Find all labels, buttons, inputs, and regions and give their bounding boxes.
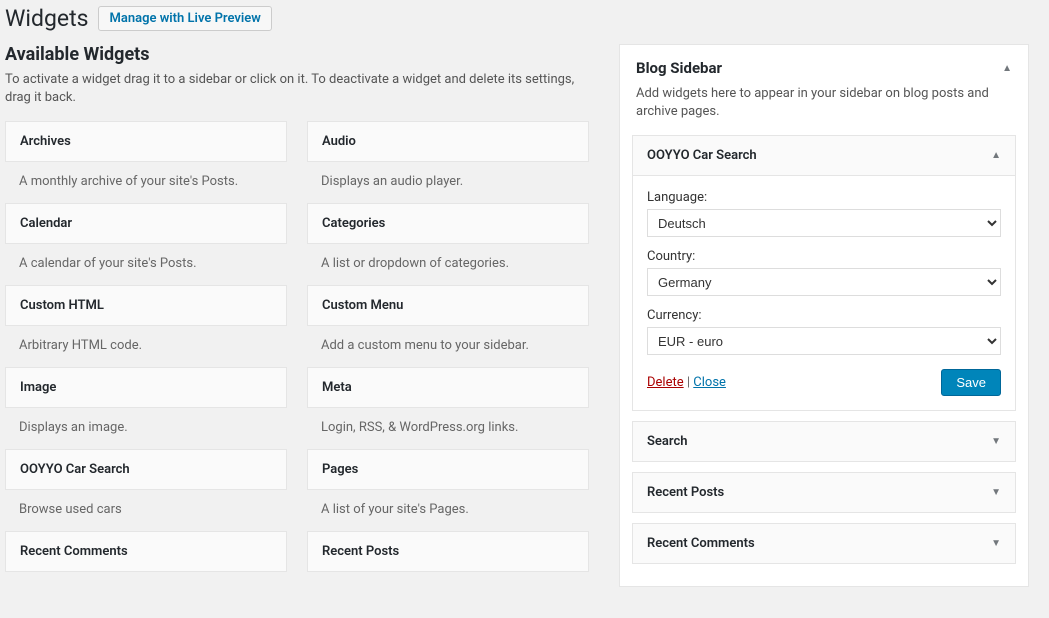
chevron-up-icon: ▲ bbox=[1002, 63, 1012, 74]
available-widget-title: Categories bbox=[307, 203, 589, 244]
chevron-up-icon: ▲ bbox=[991, 150, 1001, 161]
available-widget[interactable]: OOYYO Car SearchBrowse used cars bbox=[5, 449, 287, 531]
available-widgets-description: To activate a widget drag it to a sideba… bbox=[5, 71, 589, 107]
widget-collapsed: Recent Comments ▼ bbox=[632, 523, 1016, 564]
close-link[interactable]: Close bbox=[693, 375, 726, 390]
delete-link[interactable]: Delete bbox=[647, 375, 684, 390]
blog-sidebar-title: Blog Sidebar bbox=[636, 59, 722, 77]
page-title: Widgets bbox=[5, 5, 88, 32]
available-widget-description: Login, RSS, & WordPress.org links. bbox=[307, 408, 589, 449]
available-widget[interactable]: PagesA list of your site's Pages. bbox=[307, 449, 589, 531]
country-label: Country: bbox=[647, 249, 1001, 264]
available-widget[interactable]: ArchivesA monthly archive of your site's… bbox=[5, 121, 287, 203]
page-header: Widgets Manage with Live Preview bbox=[5, 5, 1029, 32]
available-widget[interactable]: MetaLogin, RSS, & WordPress.org links. bbox=[307, 367, 589, 449]
country-select[interactable]: Germany bbox=[647, 268, 1001, 296]
chevron-down-icon: ▼ bbox=[991, 487, 1001, 498]
available-widget-title: Calendar bbox=[5, 203, 287, 244]
available-widget-description: A list of your site's Pages. bbox=[307, 490, 589, 531]
blog-sidebar-description: Add widgets here to appear in your sideb… bbox=[620, 79, 1028, 135]
chevron-down-icon: ▼ bbox=[991, 436, 1001, 447]
widget-ooyyo-car-search: OOYYO Car Search ▲ Language: Deutsch Cou… bbox=[632, 135, 1016, 411]
available-widget-title: Custom HTML bbox=[5, 285, 287, 326]
available-widget-title: Archives bbox=[5, 121, 287, 162]
available-widget-description: Browse used cars bbox=[5, 490, 287, 531]
manage-live-preview-button[interactable]: Manage with Live Preview bbox=[98, 6, 271, 31]
widget-collapsed-title: Recent Posts bbox=[647, 485, 724, 500]
currency-select[interactable]: EUR - euro bbox=[647, 327, 1001, 355]
available-widget-description: A list or dropdown of categories. bbox=[307, 244, 589, 285]
available-widget-description: Displays an image. bbox=[5, 408, 287, 449]
widget-collapsed-header[interactable]: Recent Comments ▼ bbox=[633, 524, 1015, 563]
available-widget-title: Image bbox=[5, 367, 287, 408]
available-widget[interactable]: ImageDisplays an image. bbox=[5, 367, 287, 449]
widget-collapsed-header[interactable]: Search ▼ bbox=[633, 422, 1015, 461]
available-widget[interactable]: CategoriesA list or dropdown of categori… bbox=[307, 203, 589, 285]
widget-collapsed: Recent Posts ▼ bbox=[632, 472, 1016, 513]
available-widget-description: A monthly archive of your site's Posts. bbox=[5, 162, 287, 203]
currency-label: Currency: bbox=[647, 308, 1001, 323]
widget-ooyyo-title: OOYYO Car Search bbox=[647, 148, 757, 163]
available-widget-title: Audio bbox=[307, 121, 589, 162]
language-select[interactable]: Deutsch bbox=[647, 209, 1001, 237]
available-widget-title: Custom Menu bbox=[307, 285, 589, 326]
available-widgets-heading: Available Widgets bbox=[5, 44, 589, 65]
available-widget-title: OOYYO Car Search bbox=[5, 449, 287, 490]
widget-collapsed-header[interactable]: Recent Posts ▼ bbox=[633, 473, 1015, 512]
widget-collapsed-title: Search bbox=[647, 434, 688, 449]
available-widget[interactable]: AudioDisplays an audio player. bbox=[307, 121, 589, 203]
available-widget-description bbox=[5, 572, 287, 598]
available-widget-description bbox=[307, 572, 589, 598]
available-widgets-grid: ArchivesA monthly archive of your site's… bbox=[5, 121, 589, 598]
available-widget-description: Displays an audio player. bbox=[307, 162, 589, 203]
available-widget-description: A calendar of your site's Posts. bbox=[5, 244, 287, 285]
blog-sidebar-header[interactable]: Blog Sidebar ▲ bbox=[620, 45, 1028, 79]
available-widget[interactable]: CalendarA calendar of your site's Posts. bbox=[5, 203, 287, 285]
available-widget[interactable]: Custom HTMLArbitrary HTML code. bbox=[5, 285, 287, 367]
widget-collapsed-title: Recent Comments bbox=[647, 536, 755, 551]
language-label: Language: bbox=[647, 190, 1001, 205]
available-widget-title: Meta bbox=[307, 367, 589, 408]
available-widget[interactable]: Custom MenuAdd a custom menu to your sid… bbox=[307, 285, 589, 367]
available-widget-description: Arbitrary HTML code. bbox=[5, 326, 287, 367]
widget-ooyyo-header[interactable]: OOYYO Car Search ▲ bbox=[633, 136, 1015, 176]
available-widget-title: Pages bbox=[307, 449, 589, 490]
available-widget-title: Recent Posts bbox=[307, 531, 589, 572]
save-button[interactable]: Save bbox=[941, 369, 1001, 396]
blog-sidebar-area: Blog Sidebar ▲ Add widgets here to appea… bbox=[619, 44, 1029, 587]
available-widget[interactable]: Recent Posts bbox=[307, 531, 589, 598]
available-widget-title: Recent Comments bbox=[5, 531, 287, 572]
chevron-down-icon: ▼ bbox=[991, 538, 1001, 549]
available-widget-description: Add a custom menu to your sidebar. bbox=[307, 326, 589, 367]
available-widget[interactable]: Recent Comments bbox=[5, 531, 287, 598]
widget-collapsed: Search ▼ bbox=[632, 421, 1016, 462]
